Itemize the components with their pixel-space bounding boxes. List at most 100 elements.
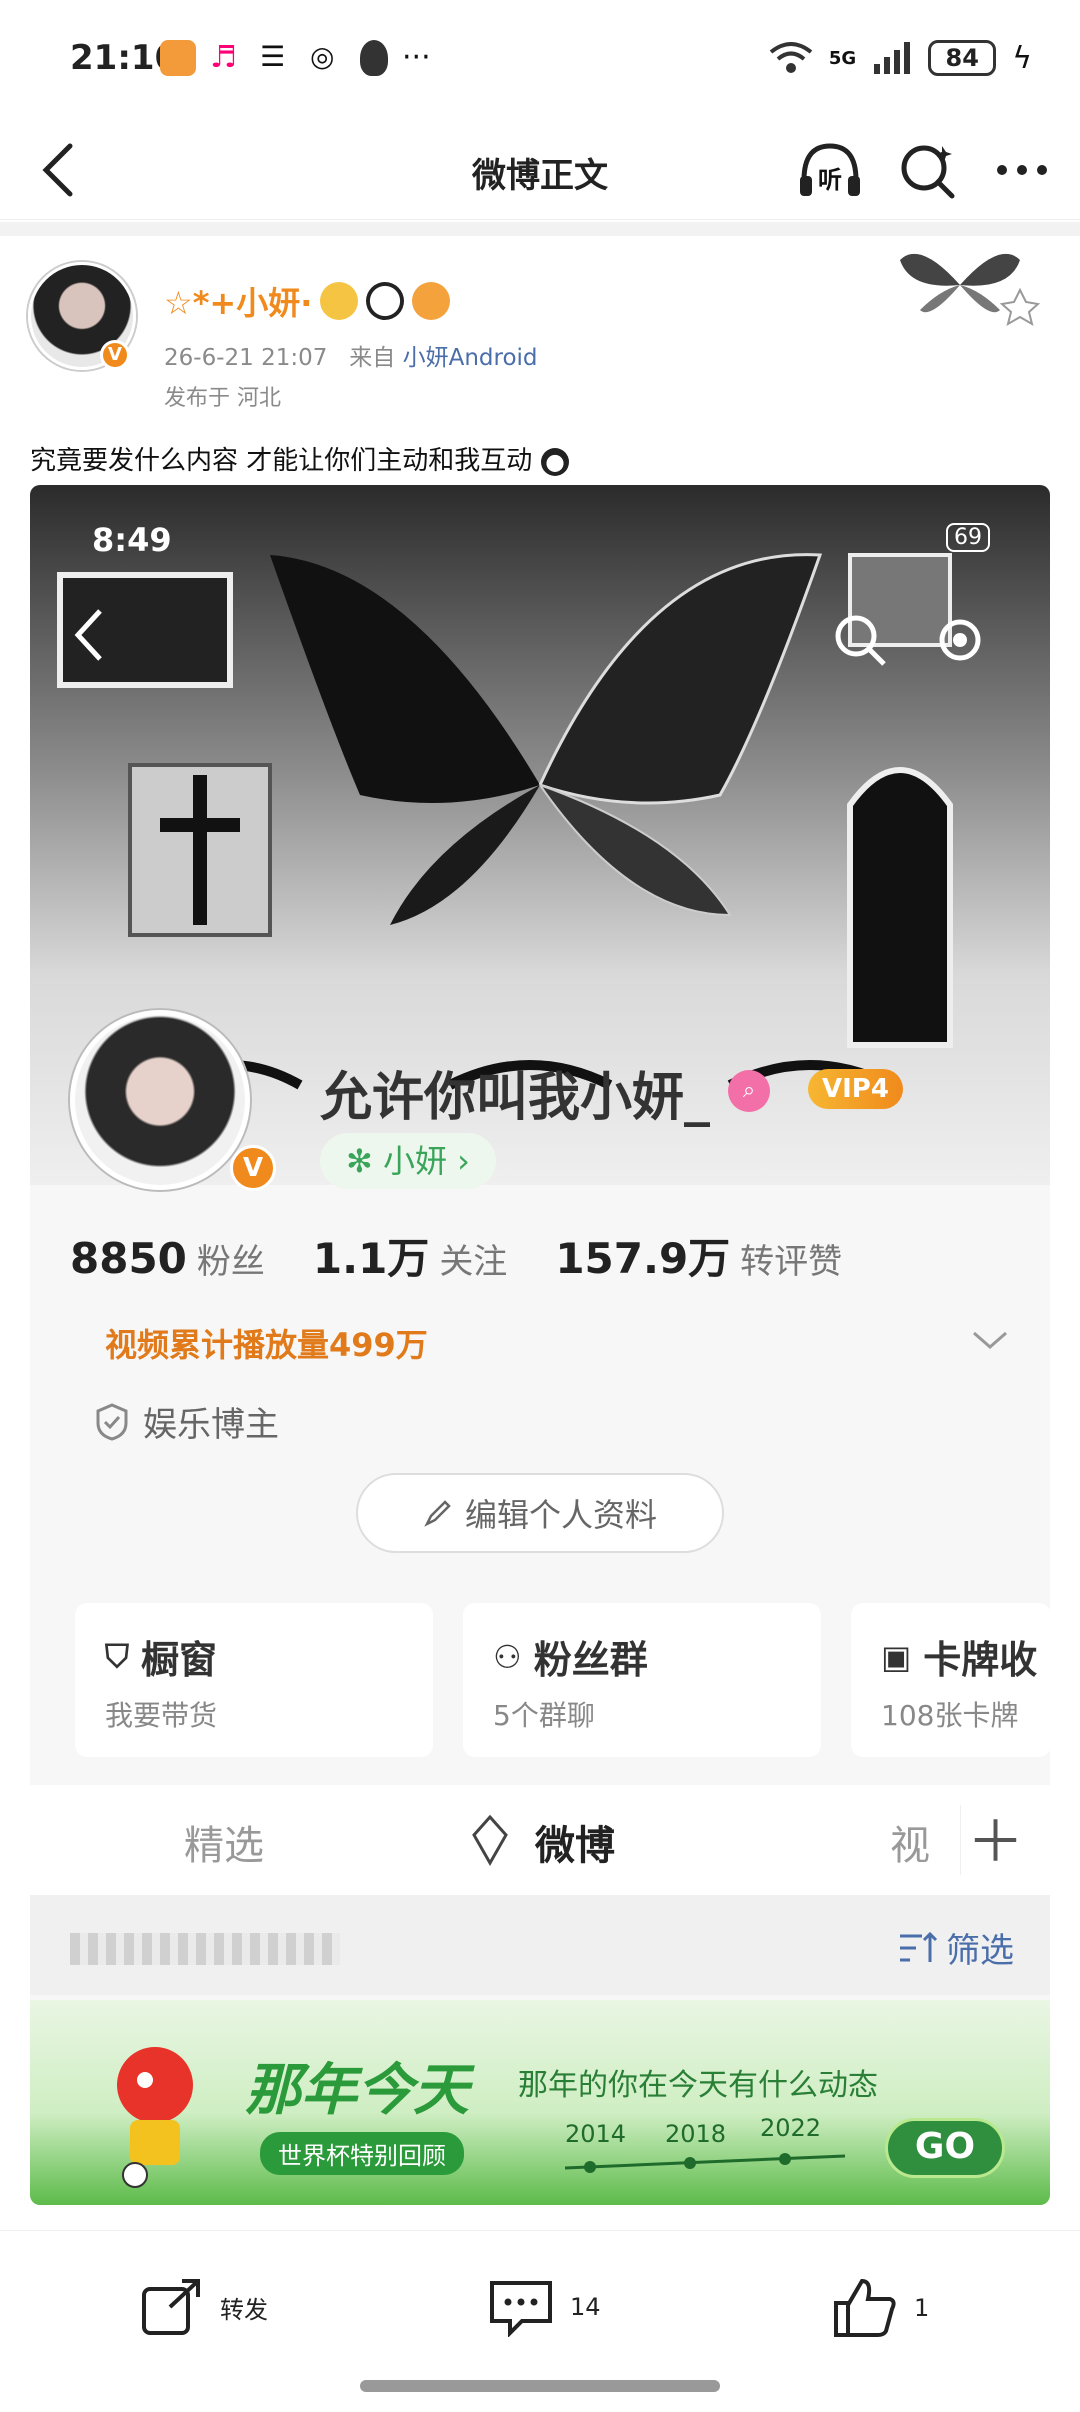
- profile-name: 允许你叫我小妍_: [320, 1068, 711, 1128]
- charging-icon: ϟ: [1012, 40, 1032, 76]
- verification: 娱乐博主: [95, 1397, 279, 1446]
- action-bar: 转发 14 1: [0, 2230, 1080, 2370]
- more-menu-icon[interactable]: [992, 140, 1052, 200]
- home-indicator[interactable]: [360, 2380, 720, 2392]
- verified-badge: V: [100, 340, 130, 370]
- more-icon: ···: [402, 40, 431, 75]
- listen-button[interactable]: 听: [796, 140, 864, 200]
- battery-indicator: 84: [928, 40, 997, 76]
- tab-weibo: 微博: [535, 1823, 615, 1869]
- feature-sub: 108张卡牌: [881, 1699, 1019, 1732]
- timeline-line: [565, 2153, 846, 2173]
- wifi-icon: [769, 42, 813, 73]
- stat-value: 8850: [70, 1234, 187, 1283]
- filter-button: 筛选: [898, 1923, 1014, 1972]
- screenshot-back-icon: [74, 609, 102, 661]
- edit-profile-label: 编辑个人资料: [464, 1496, 657, 1534]
- butterfly-decoration: [900, 253, 1040, 327]
- feature-title: 粉丝群: [533, 1638, 648, 1682]
- profile-tag: ✻ 小妍 ›: [320, 1133, 496, 1189]
- stat-value: 157.9万: [555, 1234, 731, 1283]
- panda-emoji: [366, 282, 405, 320]
- blurred-text: [70, 1933, 340, 1965]
- screenshot-time: 8:49: [92, 521, 172, 559]
- thumbs-up-icon: [834, 2278, 896, 2337]
- repost-icon: [142, 2279, 200, 2335]
- tab-featured: 精选: [184, 1823, 264, 1869]
- feature-card-cards: ▣ 卡牌收 108张卡牌: [851, 1603, 1050, 1757]
- feature-sub: 我要带货: [105, 1699, 218, 1732]
- repost-button[interactable]: 转发: [140, 2277, 268, 2337]
- screenshot-battery: 69: [946, 523, 990, 552]
- stat-label: 粉丝: [196, 1242, 265, 1282]
- card-icon: ▣: [881, 1637, 912, 1676]
- author-name[interactable]: ☆*+小妍·: [164, 278, 451, 324]
- promo-banner: 那年今天 那年的你在今天有什么动态 世界杯特别回顾 2014 2018 2022…: [30, 2000, 1050, 2205]
- like-button[interactable]: 1: [832, 2277, 929, 2339]
- post-date: 26-6-21 21:07: [164, 345, 328, 371]
- like-count: 1: [914, 2294, 930, 2322]
- post-meta: 26-6-21 21:07 来自 小妍Android: [164, 338, 538, 372]
- divider: [0, 222, 1080, 236]
- promo-subtitle: 那年的你在今天有什么动态: [518, 2068, 878, 2103]
- profile-avatar: [70, 1010, 250, 1190]
- top-nav: 微博正文 听: [0, 120, 1080, 220]
- music-app-icon: ♬: [210, 40, 237, 75]
- feature-title: 橱窗: [141, 1638, 218, 1682]
- stat-label: 关注: [439, 1242, 508, 1282]
- repost-label: 转发: [220, 2295, 268, 2324]
- stat-followers: 8850 粉丝: [70, 1234, 265, 1283]
- shield-icon: [96, 1402, 128, 1441]
- promo-tag: 世界杯特别回顾: [260, 2132, 464, 2175]
- verification-label: 娱乐博主: [143, 1405, 279, 1445]
- comment-button[interactable]: 14: [488, 2277, 601, 2337]
- post-source[interactable]: 小妍Android: [403, 345, 538, 371]
- chevron-down-icon: [973, 1331, 1007, 1349]
- post-image[interactable]: 8:49 69 V 允许你叫我小妍_ ⌕ VIP4 ✻ 小妍 › 8850 粉丝 …: [30, 485, 1050, 2205]
- crown-emoji: [320, 282, 359, 320]
- filter-row: 筛选: [30, 1895, 1050, 1995]
- penguin-emoji: [540, 447, 569, 476]
- fish-emoji: [412, 282, 451, 320]
- pencil-icon: [424, 1500, 451, 1527]
- comment-icon: [490, 2281, 552, 2337]
- tab-video: 视: [890, 1823, 930, 1869]
- video-views: 视频累计播放量499万: [105, 1326, 428, 1364]
- signal-icon: [874, 42, 911, 74]
- feature-card-fan-group: ⚇ 粉丝群 5个群聊: [463, 1603, 821, 1757]
- mascot-icon: [117, 2047, 193, 2188]
- add-tab-icon: [960, 1805, 1017, 1875]
- qq-app-icon: [360, 40, 388, 76]
- profile-stats: 8850 粉丝 1.1万 关注 157.9万 转评赞: [70, 1225, 842, 1286]
- search-icon[interactable]: [898, 140, 958, 200]
- bag-icon: ⛉: [105, 1637, 130, 1675]
- profile-search-icon: ⌕: [728, 1070, 770, 1112]
- profile-verified-badge: V: [230, 1145, 276, 1191]
- group-icon: ⚇: [493, 1637, 522, 1676]
- status-right: 5G 84 ϟ: [769, 40, 1032, 76]
- status-app-icons: ♬ ☰ ◎ ···: [160, 40, 438, 76]
- weibo-app-icon: ◎: [310, 40, 335, 73]
- profile-tabs: 精选 微博 视: [30, 1785, 1050, 1895]
- feature-sub: 5个群聊: [493, 1699, 595, 1732]
- stat-interactions: 157.9万 转评赞: [555, 1225, 842, 1286]
- post-text-content: 究竟要发什么内容 才能让你们主动和我互动: [30, 446, 533, 476]
- screenshot-settings-icon: [939, 619, 981, 661]
- post-location: 发布于 河北: [164, 386, 281, 411]
- screenshot-search-icon: [835, 615, 886, 666]
- go-button: GO: [885, 2118, 1005, 2178]
- notification-icon: ☰: [260, 40, 286, 73]
- feature-card-showcase: ⛉ 橱窗 我要带货: [75, 1603, 433, 1757]
- post-text: 究竟要发什么内容 才能让你们主动和我互动: [30, 440, 569, 477]
- feature-title: 卡牌收: [923, 1638, 1038, 1682]
- filter-label: 筛选: [946, 1931, 1014, 1971]
- comment-count: 14: [570, 2293, 601, 2321]
- status-bar: 21:10 ♬ ☰ ◎ ··· 5G 84 ϟ: [0, 0, 1080, 120]
- promo-timeline: 2014 2018 2022: [565, 2114, 865, 2180]
- stat-label: 转评赞: [740, 1242, 843, 1282]
- feature-cards: ⛉ 橱窗 我要带货 ⚇ 粉丝群 5个群聊 ▣ 卡牌收 108张卡牌: [75, 1603, 1050, 1757]
- diamond-tab-icon: [472, 1814, 508, 1867]
- heart-app-icon: [160, 40, 196, 76]
- page: { "status_bar": { "time": "21:10", "batt…: [0, 0, 1080, 2412]
- filter-icon: [900, 1931, 938, 1962]
